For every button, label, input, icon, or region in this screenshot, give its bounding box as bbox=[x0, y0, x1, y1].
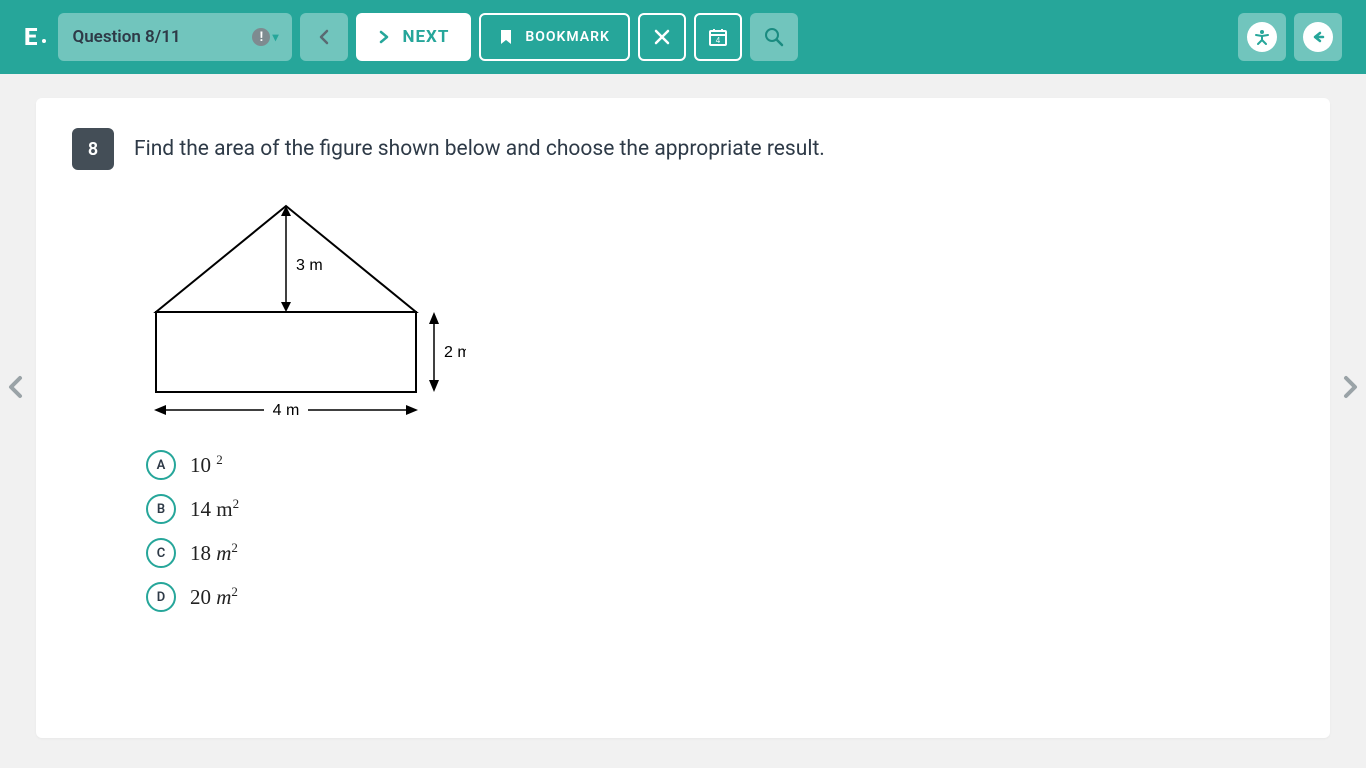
magnifier-icon bbox=[762, 25, 786, 49]
page-next-arrow[interactable] bbox=[1342, 374, 1360, 400]
logo-dot bbox=[42, 39, 46, 43]
page-prev-arrow[interactable] bbox=[6, 374, 24, 400]
option-bubble: A bbox=[146, 450, 176, 480]
option-bubble: D bbox=[146, 582, 176, 612]
svg-text:4: 4 bbox=[716, 36, 721, 45]
calendar-icon: 4 bbox=[707, 26, 729, 48]
accessibility-icon bbox=[1247, 22, 1277, 52]
calendar-button[interactable]: 4 bbox=[694, 13, 742, 61]
chevron-down-icon: ▾ bbox=[272, 30, 278, 44]
accessibility-button[interactable] bbox=[1238, 13, 1286, 61]
close-button[interactable] bbox=[638, 13, 686, 61]
figure-base-label: 4 m bbox=[273, 402, 300, 419]
option-a[interactable]: A 10 2 bbox=[146, 450, 1294, 480]
bookmark-label: BOOKMARK bbox=[525, 29, 610, 45]
next-question-button[interactable]: NEXT bbox=[356, 13, 471, 61]
chevron-right-icon bbox=[378, 30, 390, 44]
question-figure: 3 m 2 m 4 m bbox=[146, 200, 1294, 430]
arrow-left-circle-icon bbox=[1303, 22, 1333, 52]
option-d[interactable]: D 20 m2 bbox=[146, 582, 1294, 612]
question-prompt: Find the area of the figure shown below … bbox=[134, 128, 825, 166]
content-area: 8 Find the area of the figure shown belo… bbox=[0, 74, 1366, 768]
alert-icon: ! bbox=[252, 28, 270, 46]
option-text: 10 2 bbox=[190, 452, 223, 478]
answer-options: A 10 2 B 14 m2 C 18 m2 D 20 m2 bbox=[146, 450, 1294, 612]
prev-question-button[interactable] bbox=[300, 13, 348, 61]
question-number-badge: 8 bbox=[72, 128, 114, 170]
question-flag-group: ! ▾ bbox=[252, 28, 278, 46]
zoom-button[interactable] bbox=[750, 13, 798, 61]
question-position-label: Question 8/11 bbox=[72, 27, 180, 47]
close-icon bbox=[653, 28, 671, 46]
logo-text: E bbox=[24, 23, 38, 51]
question-selector[interactable]: Question 8/11 ! ▾ bbox=[58, 13, 292, 61]
app-logo: E bbox=[24, 23, 46, 51]
bookmark-button[interactable]: BOOKMARK bbox=[479, 13, 630, 61]
option-bubble: B bbox=[146, 494, 176, 524]
option-text: 14 m2 bbox=[190, 496, 239, 522]
figure-height-label: 3 m bbox=[296, 257, 323, 274]
option-c[interactable]: C 18 m2 bbox=[146, 538, 1294, 568]
bookmark-icon bbox=[499, 29, 513, 45]
option-b[interactable]: B 14 m2 bbox=[146, 494, 1294, 524]
option-bubble: C bbox=[146, 538, 176, 568]
top-toolbar: E Question 8/11 ! ▾ NEXT BOOKMARK 4 bbox=[0, 0, 1366, 74]
next-label: NEXT bbox=[402, 27, 449, 47]
figure-rect-height-label: 2 m bbox=[444, 344, 466, 361]
chevron-left-icon bbox=[317, 29, 331, 45]
question-card: 8 Find the area of the figure shown belo… bbox=[36, 98, 1330, 738]
question-header: 8 Find the area of the figure shown belo… bbox=[72, 128, 1294, 170]
back-button[interactable] bbox=[1294, 13, 1342, 61]
option-text: 18 m2 bbox=[190, 540, 238, 566]
option-text: 20 m2 bbox=[190, 584, 238, 610]
